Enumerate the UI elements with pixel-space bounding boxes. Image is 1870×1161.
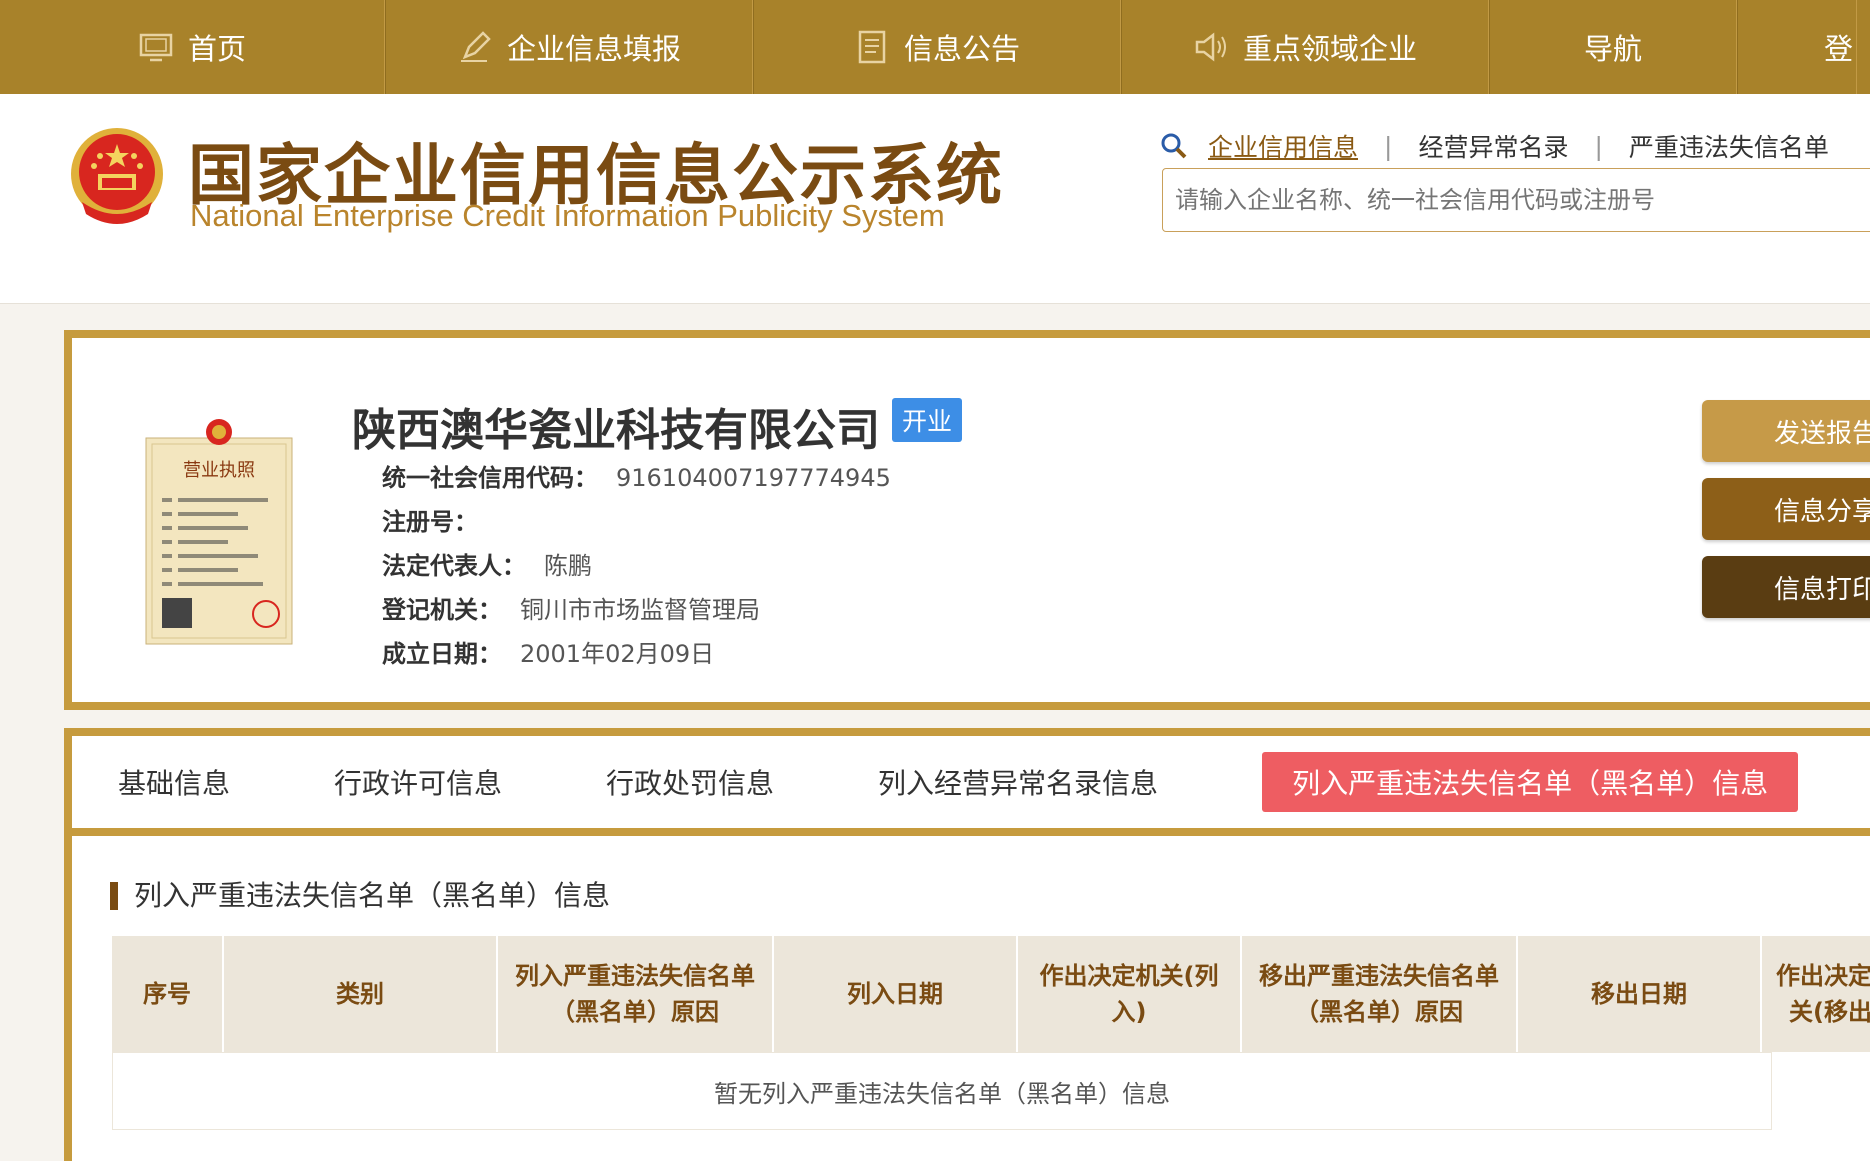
info-value: 陈鹏	[544, 552, 592, 580]
tab-admin-license[interactable]: 行政许可信息	[334, 762, 502, 802]
column-header: 作出决定机关(列入)	[1018, 936, 1242, 1052]
monitor-icon	[139, 33, 173, 62]
company-card: 营业执照 陕西澳华瓷业科技有限公司 开业 统一社会信用代码： 9161040071…	[64, 330, 1870, 710]
business-license-image[interactable]: 营业执照	[144, 418, 294, 648]
table-header: 序号 类别 列入严重违法失信名单（黑名单）原因 列入日期 作出决定机关(列入) …	[112, 936, 1870, 1052]
column-header: 移出日期	[1518, 936, 1762, 1052]
nav-announcements[interactable]: 信息公告	[753, 0, 1121, 94]
column-header: 列入严重违法失信名单（黑名单）原因	[498, 936, 774, 1052]
divider: |	[1384, 131, 1393, 161]
info-established: 成立日期： 2001年02月09日	[382, 634, 714, 669]
search-input[interactable]	[1162, 168, 1870, 232]
nav-label: 信息公告	[903, 32, 1020, 66]
info-panel: 基础信息 行政许可信息 行政处罚信息 列入经营异常名录信息 列入严重违法失信名单…	[64, 728, 1870, 1161]
info-reg-number: 注册号：	[382, 502, 496, 537]
nav-key-sectors[interactable]: 重点领域企业	[1121, 0, 1489, 94]
document-icon	[858, 30, 886, 64]
nav-enterprise-report[interactable]: 企业信息填报	[385, 0, 753, 94]
site-subtitle: National Enterprise Credit Information P…	[190, 198, 945, 233]
tab-abnormal-list[interactable]: 列入经营异常名录信息	[878, 762, 1158, 802]
tab-blacklist[interactable]: 列入严重违法失信名单（黑名单）信息	[1262, 752, 1799, 812]
nav-navigation[interactable]: 导航	[1489, 0, 1737, 94]
status-badge: 开业	[892, 398, 963, 442]
info-authority: 登记机关： 铜川市市场监督管理局	[382, 590, 760, 625]
send-report-button[interactable]: 发送报告	[1702, 400, 1870, 462]
national-emblem-icon	[71, 128, 163, 224]
info-label: 登记机关：	[382, 596, 502, 624]
info-label: 法定代表人：	[382, 552, 526, 580]
empty-message: 暂无列入严重违法失信名单（黑名单）信息	[112, 1052, 1772, 1130]
info-label: 统一社会信用代码：	[382, 464, 598, 492]
nav-label: 登	[1824, 32, 1854, 66]
top-nav: 首页 企业信息填报 信息公告 重点领域企业 导航 登	[0, 0, 1870, 94]
search-link-credit[interactable]: 企业信用信息	[1208, 128, 1358, 164]
tab-admin-penalty[interactable]: 行政处罚信息	[606, 762, 774, 802]
nav-label: 重点领域企业	[1242, 32, 1417, 66]
license-title: 营业执照	[183, 460, 255, 481]
print-info-button[interactable]: 信息打印	[1702, 556, 1870, 618]
divider: |	[1594, 131, 1603, 161]
pen-icon	[460, 31, 491, 62]
blacklist-table: 序号 类别 列入严重违法失信名单（黑名单）原因 列入日期 作出决定机关(列入) …	[112, 936, 1870, 1130]
info-label: 成立日期：	[382, 640, 502, 668]
section-title: 列入严重违法失信名单（黑名单）信息	[110, 882, 610, 910]
nav-label: 首页	[187, 32, 246, 66]
info-legal-rep: 法定代表人： 陈鹏	[382, 546, 592, 581]
info-label: 注册号：	[382, 508, 478, 536]
nav-home[interactable]: 首页	[0, 0, 385, 94]
column-header: 序号	[112, 936, 224, 1052]
search-link-blacklist[interactable]: 严重违法失信名单	[1629, 128, 1829, 164]
share-info-button[interactable]: 信息分享	[1702, 478, 1870, 540]
search-type-links: 企业信用信息 | 经营异常名录 | 严重违法失信名单	[1160, 128, 1829, 164]
search-icon	[1161, 133, 1187, 159]
nav-login[interactable]: 登	[1737, 0, 1857, 94]
info-value: 916104007197774945	[616, 464, 891, 492]
tab-bar: 基础信息 行政许可信息 行政处罚信息 列入经营异常名录信息 列入严重违法失信名单…	[72, 736, 1870, 836]
column-header: 类别	[224, 936, 498, 1052]
speaker-icon	[1195, 32, 1226, 62]
site-header: 国家企业信用信息公示系统 National Enterprise Credit …	[0, 94, 1870, 304]
info-credit-code: 统一社会信用代码： 916104007197774945	[382, 458, 891, 493]
info-value: 2001年02月09日	[520, 640, 715, 668]
info-value: 铜川市市场监督管理局	[520, 596, 760, 624]
nav-label: 企业信息填报	[506, 32, 681, 66]
column-header: 移出严重违法失信名单（黑名单）原因	[1242, 936, 1518, 1052]
column-header: 作出决定机关(移出)	[1762, 936, 1870, 1052]
nav-label: 导航	[1583, 32, 1642, 66]
tab-basic-info[interactable]: 基础信息	[118, 762, 230, 802]
company-name: 陕西澳华瓷业科技有限公司	[352, 405, 880, 456]
search-link-abnormal[interactable]: 经营异常名录	[1418, 128, 1568, 164]
column-header: 列入日期	[774, 936, 1018, 1052]
